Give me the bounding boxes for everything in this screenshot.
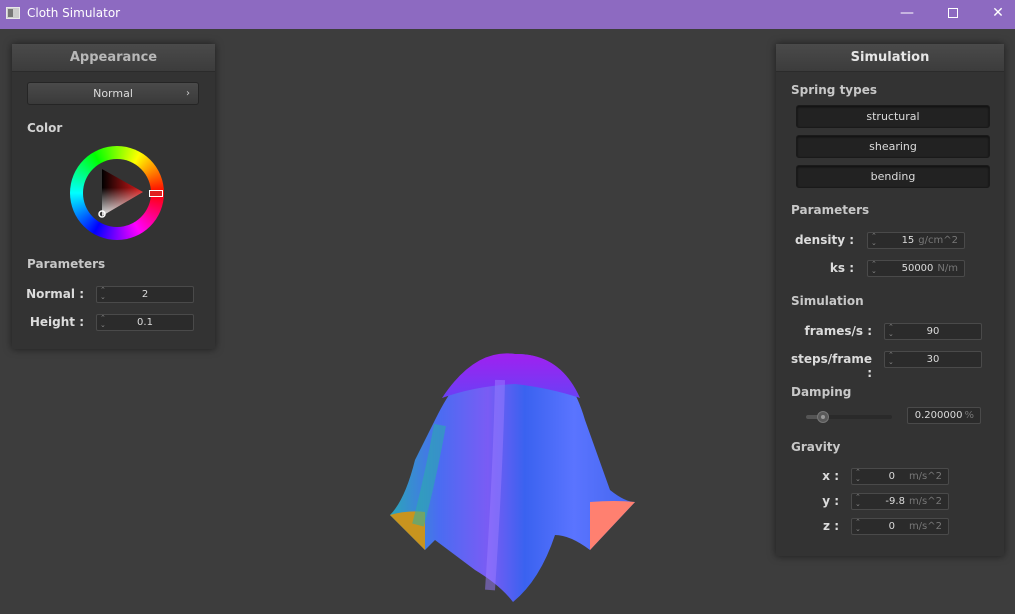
damping-label: Damping [791, 385, 852, 399]
gravity-x-label: x : [822, 469, 839, 483]
density-input[interactable]: ⌃ ⌄ 15 g/cm^2 [867, 232, 965, 249]
spinner-arrows-icon[interactable]: ⌃ ⌄ [871, 261, 877, 275]
shader-selected: Normal [93, 87, 133, 100]
gravity-z-input[interactable]: ⌃ ⌄ 0 m/s^2 [851, 518, 949, 535]
hue-ring[interactable] [70, 146, 164, 240]
toggle-bending[interactable]: bending [796, 165, 990, 188]
damping-slider-handle[interactable] [817, 411, 829, 423]
gravity-x-input[interactable]: ⌃ ⌄ 0 m/s^2 [851, 468, 949, 485]
toggle-structural[interactable]: structural [796, 105, 990, 128]
app-window-icon [6, 7, 20, 19]
appearance-panel: Appearance Normal › Color Parameters Nor… [12, 44, 215, 349]
normal-input[interactable]: ⌃ ⌄ 2 [96, 286, 194, 303]
cloth-fold-right [590, 501, 635, 550]
steps-label: steps/frame : [790, 352, 872, 380]
gravity-z-label: z : [823, 519, 839, 533]
cloth-viewport[interactable] [380, 350, 645, 605]
damping-slider[interactable] [806, 411, 892, 423]
gravity-y-label: y : [822, 494, 839, 508]
maximize-button[interactable] [930, 0, 976, 29]
ks-input[interactable]: ⌃ ⌄ 50000 N/m [867, 260, 965, 277]
simulation-panel: Simulation Spring types structural shear… [776, 44, 1004, 556]
simulation-parameters-label: Parameters [791, 203, 870, 217]
window-title: Cloth Simulator [27, 6, 121, 20]
fps-input[interactable]: ⌃ ⌄ 90 [884, 323, 982, 340]
color-label: Color [27, 121, 63, 135]
fps-label: frames/s : [804, 324, 872, 338]
gravity-y-input[interactable]: ⌃ ⌄ -9.8 m/s^2 [851, 493, 949, 510]
density-label: density : [794, 233, 854, 247]
title-bar: Cloth Simulator — ✕ [0, 0, 1015, 29]
appearance-parameters-label: Parameters [27, 257, 106, 271]
minimize-button[interactable]: — [884, 0, 930, 29]
spinner-arrows-icon[interactable]: ⌃ ⌄ [855, 519, 861, 533]
spinner-arrows-icon[interactable]: ⌃ ⌄ [855, 494, 861, 508]
normal-label: Normal : [26, 287, 84, 301]
color-wheel[interactable] [70, 146, 164, 240]
spinner-arrows-icon[interactable]: ⌃ ⌄ [871, 233, 877, 247]
height-input[interactable]: ⌃ ⌄ 0.1 [96, 314, 194, 331]
spinner-arrows-icon[interactable]: ⌃ ⌄ [855, 469, 861, 483]
maximize-icon [948, 8, 958, 18]
steps-input[interactable]: ⌃ ⌄ 30 [884, 351, 982, 368]
simulation-section-label: Simulation [791, 294, 864, 308]
simulation-panel-header: Simulation [776, 44, 1004, 72]
close-button[interactable]: ✕ [975, 0, 1015, 29]
chevron-right-icon: › [186, 88, 190, 99]
height-label: Height : [29, 315, 84, 329]
shader-dropdown[interactable]: Normal › [27, 82, 199, 105]
ks-label: ks : [829, 261, 854, 275]
close-icon: ✕ [992, 5, 1004, 21]
spring-types-label: Spring types [791, 83, 878, 97]
damping-input[interactable]: 0.200000% [907, 407, 981, 424]
hue-marker[interactable] [149, 190, 163, 197]
gravity-label: Gravity [791, 440, 841, 454]
appearance-panel-header: Appearance [12, 44, 215, 72]
toggle-shearing[interactable]: shearing [796, 135, 990, 158]
minimize-icon: — [900, 5, 914, 21]
